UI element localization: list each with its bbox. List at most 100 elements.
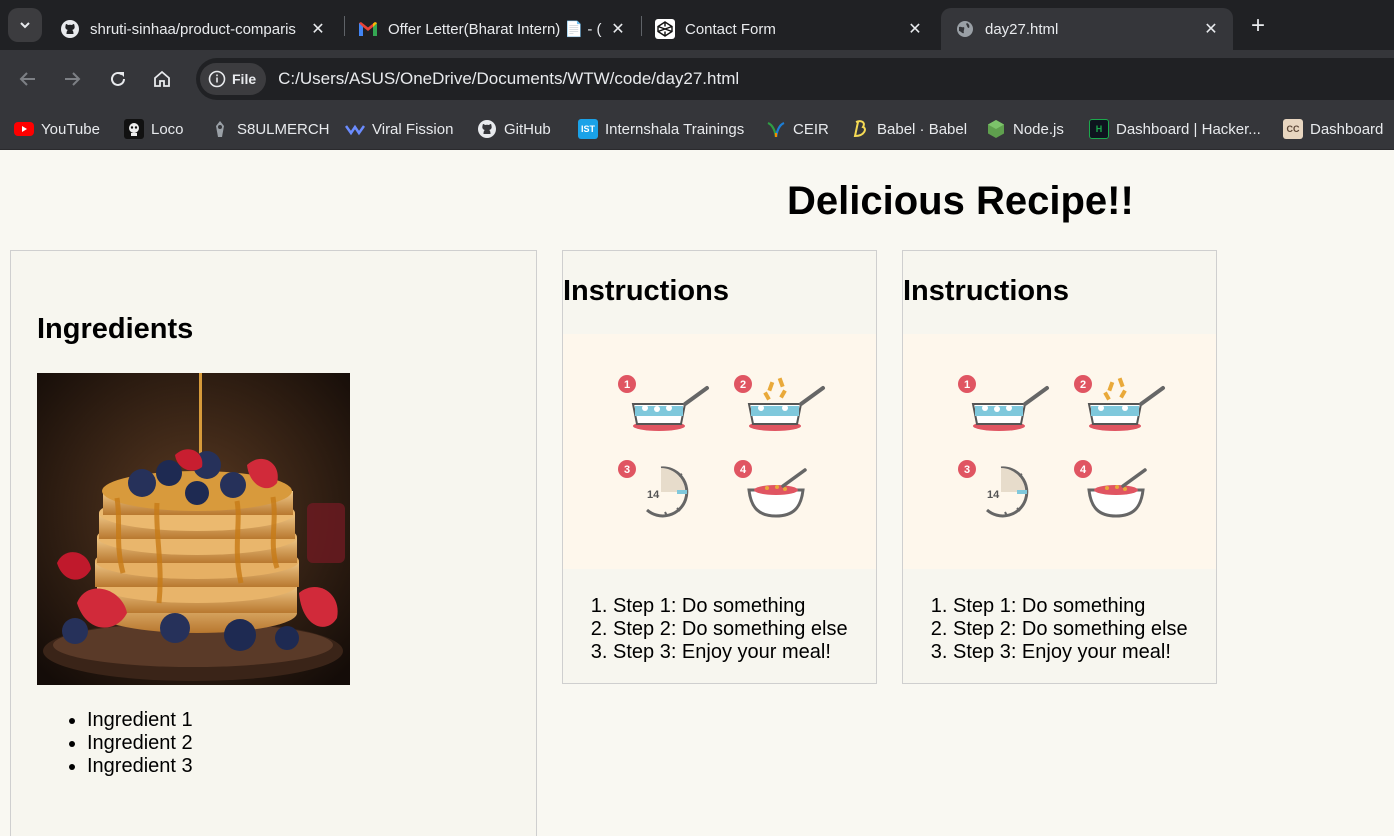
step-number-badge: 3	[964, 464, 970, 476]
bookmark-viral-fission[interactable]: Viral Fission	[345, 116, 453, 142]
reload-button[interactable]	[102, 63, 134, 95]
instructions-list: Step 1: Do something Step 2: Do somethin…	[613, 595, 848, 664]
bookmark-label: Dashboard	[1310, 120, 1384, 138]
page-viewport: Delicious Recipe!! Ingredients • Ingredi…	[0, 151, 1394, 836]
step-number-badge: 1	[964, 379, 970, 391]
bookmark-ceir[interactable]: CEIR	[766, 116, 829, 142]
tab-title: day27.html	[985, 20, 1059, 38]
viral-fission-icon	[345, 119, 365, 139]
cooking-steps-illustration: 14 1 2 3 4	[903, 334, 1216, 569]
globe-icon	[955, 19, 975, 39]
bookmark-label: Viral Fission	[372, 120, 454, 138]
internshala-icon: IST	[578, 119, 598, 139]
bookmark-label: S8ULMERCH	[237, 120, 330, 138]
instruction-step: Step 3: Enjoy your meal!	[613, 641, 848, 664]
tab-github[interactable]: shruti-sinhaa/product-comparis ✕	[46, 8, 340, 50]
step-number-badge: 3	[624, 464, 630, 476]
close-icon[interactable]: ✕	[905, 19, 925, 39]
info-icon	[208, 70, 226, 88]
step-number-badge: 2	[740, 379, 746, 391]
close-icon[interactable]: ✕	[1201, 19, 1221, 39]
tab-title: Contact Form	[685, 20, 776, 38]
instruction-step: Step 2: Do something else	[953, 618, 1188, 641]
bookmark-label: Loco	[151, 120, 184, 138]
browser-toolbar: File C:/Users/ASUS/OneDrive/Documents/WT…	[0, 50, 1394, 108]
tab-day27[interactable]: day27.html ✕	[941, 8, 1233, 50]
youtube-icon	[14, 119, 34, 139]
tab-title: Offer Letter(Bharat Intern) 📄 - (	[388, 21, 602, 38]
instruction-step: Step 1: Do something	[613, 595, 848, 618]
arrow-right-icon	[65, 72, 81, 86]
bookmark-babel[interactable]: Babel · Babel	[850, 116, 967, 142]
instructions-heading: Instructions	[903, 275, 1069, 307]
reload-icon	[111, 71, 125, 86]
chevron-down-icon	[20, 22, 30, 29]
back-button[interactable]	[12, 63, 44, 95]
address-bar[interactable]: File C:/Users/ASUS/OneDrive/Documents/WT…	[196, 58, 1394, 100]
step-number-badge: 2	[1080, 379, 1086, 391]
forward-button[interactable]	[56, 63, 88, 95]
tab-title: shruti-sinhaa/product-comparis	[90, 20, 296, 38]
codepen-icon	[655, 19, 675, 39]
ingredients-list: Ingredient 1 Ingredient 2 Ingredient 3	[87, 709, 193, 778]
bookmark-label: GitHub	[504, 120, 551, 138]
instructions-card: Instructions 14 1 2 3 4 1. Step 1: Do so…	[902, 250, 1217, 684]
tab-gmail[interactable]: Offer Letter(Bharat Intern) 📄 - ( ✕	[344, 8, 640, 50]
new-tab-button[interactable]: +	[1244, 12, 1272, 40]
site-info-chip[interactable]: File	[200, 63, 267, 95]
site-info-label: File	[232, 71, 257, 87]
bookmark-label: CEIR	[793, 120, 829, 138]
close-icon[interactable]: ✕	[308, 19, 328, 39]
bookmark-label: Node.js	[1013, 120, 1064, 138]
close-icon[interactable]: ✕	[608, 19, 628, 39]
github-icon	[60, 19, 80, 39]
timer-label: 14	[987, 489, 1000, 501]
tab-search-button[interactable]	[8, 8, 42, 42]
instructions-heading: Instructions	[563, 275, 729, 307]
arrow-left-icon	[19, 72, 35, 86]
bookmark-s8ulmerch[interactable]: S8ULMERCH	[210, 116, 330, 142]
home-button[interactable]	[146, 63, 178, 95]
codechef-icon: CC	[1283, 119, 1303, 139]
instruction-step: Step 2: Do something else	[613, 618, 848, 641]
page-title: Delicious Recipe!!	[787, 179, 1134, 223]
bookmark-hackerrank[interactable]: H Dashboard | Hacker...	[1089, 116, 1261, 142]
nodejs-icon	[986, 119, 1006, 139]
tab-strip: shruti-sinhaa/product-comparis ✕ Offer L…	[0, 0, 1394, 50]
bookmark-youtube[interactable]: YouTube	[14, 116, 100, 142]
timer-label: 14	[647, 489, 660, 501]
s8ul-icon	[210, 119, 230, 139]
ingredient-item: Ingredient 1	[87, 709, 193, 732]
gmail-icon	[358, 19, 378, 39]
pancake-stack-image	[37, 373, 350, 685]
instructions-list: Step 1: Do something Step 2: Do somethin…	[953, 595, 1188, 664]
bookmark-label: Internshala Trainings	[605, 120, 745, 138]
home-icon	[154, 70, 170, 87]
github-icon	[477, 119, 497, 139]
hackerrank-icon: H	[1089, 119, 1109, 139]
instruction-step: Step 1: Do something	[953, 595, 1188, 618]
bookmark-label: YouTube	[41, 120, 100, 138]
url-text[interactable]: C:/Users/ASUS/OneDrive/Documents/WTW/cod…	[278, 69, 739, 89]
ingredients-card: Ingredients • Ingredient 1 • Ingredient …	[10, 250, 537, 836]
tab-contact-form[interactable]: Contact Form ✕	[641, 8, 937, 50]
ingredient-item: Ingredient 3	[87, 755, 193, 778]
step-number-badge: 4	[1080, 464, 1087, 476]
bookmark-internshala[interactable]: IST Internshala Trainings	[578, 116, 744, 142]
loco-icon	[124, 119, 144, 139]
bookmark-nodejs[interactable]: Node.js	[986, 116, 1064, 142]
ingredients-heading: Ingredients	[37, 313, 194, 345]
step-number-badge: 1	[624, 379, 630, 391]
bookmarks-bar: YouTube Loco S8ULMERCH Viral Fission Git…	[0, 108, 1394, 150]
bookmark-loco[interactable]: Loco	[124, 116, 184, 142]
bookmark-github[interactable]: GitHub	[477, 116, 551, 142]
babel-icon	[850, 119, 870, 139]
ceir-icon	[766, 119, 786, 139]
bookmark-label: Babel · Babel	[877, 120, 968, 138]
bookmark-codechef[interactable]: CC Dashboard	[1283, 116, 1383, 142]
ingredient-item: Ingredient 2	[87, 732, 193, 755]
cooking-steps-illustration: 14 1 2 3 4	[563, 334, 876, 569]
instruction-step: Step 3: Enjoy your meal!	[953, 641, 1188, 664]
step-number-badge: 4	[740, 464, 747, 476]
instructions-card: Instructions 14 1 2 3 4 1. Step 1: Do so…	[562, 250, 877, 684]
